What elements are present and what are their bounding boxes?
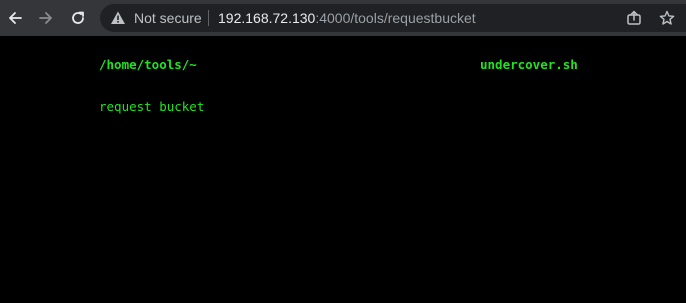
security-label[interactable]: Not secure xyxy=(134,9,202,27)
star-icon[interactable] xyxy=(659,10,675,26)
page-content: /home/tools/~ undercover.sh request buck… xyxy=(0,36,686,303)
arrow-right-icon xyxy=(39,12,52,24)
request-bucket-link[interactable]: request bucket xyxy=(99,99,204,115)
browser-toolbar: Not secure 192.168.72.130:4000/tools/req… xyxy=(0,0,686,36)
url-text[interactable]: 192.168.72.130:4000/tools/requestbucket xyxy=(218,9,476,27)
forward-button[interactable] xyxy=(34,6,58,30)
url-host: 192.168.72.130 xyxy=(218,10,316,26)
url-path: :4000/tools/requestbucket xyxy=(315,10,476,26)
omnibox-divider xyxy=(208,10,209,26)
address-bar[interactable]: Not secure 192.168.72.130:4000/tools/req… xyxy=(100,4,686,32)
script-link[interactable]: undercover.sh xyxy=(480,57,578,73)
reload-icon xyxy=(72,11,84,24)
arrow-left-icon xyxy=(9,12,22,24)
back-button[interactable] xyxy=(3,6,27,30)
reload-button[interactable] xyxy=(66,6,90,30)
directory-path: /home/tools/~ xyxy=(99,57,197,72)
share-icon[interactable] xyxy=(626,10,642,26)
warning-triangle-icon[interactable] xyxy=(110,10,126,26)
